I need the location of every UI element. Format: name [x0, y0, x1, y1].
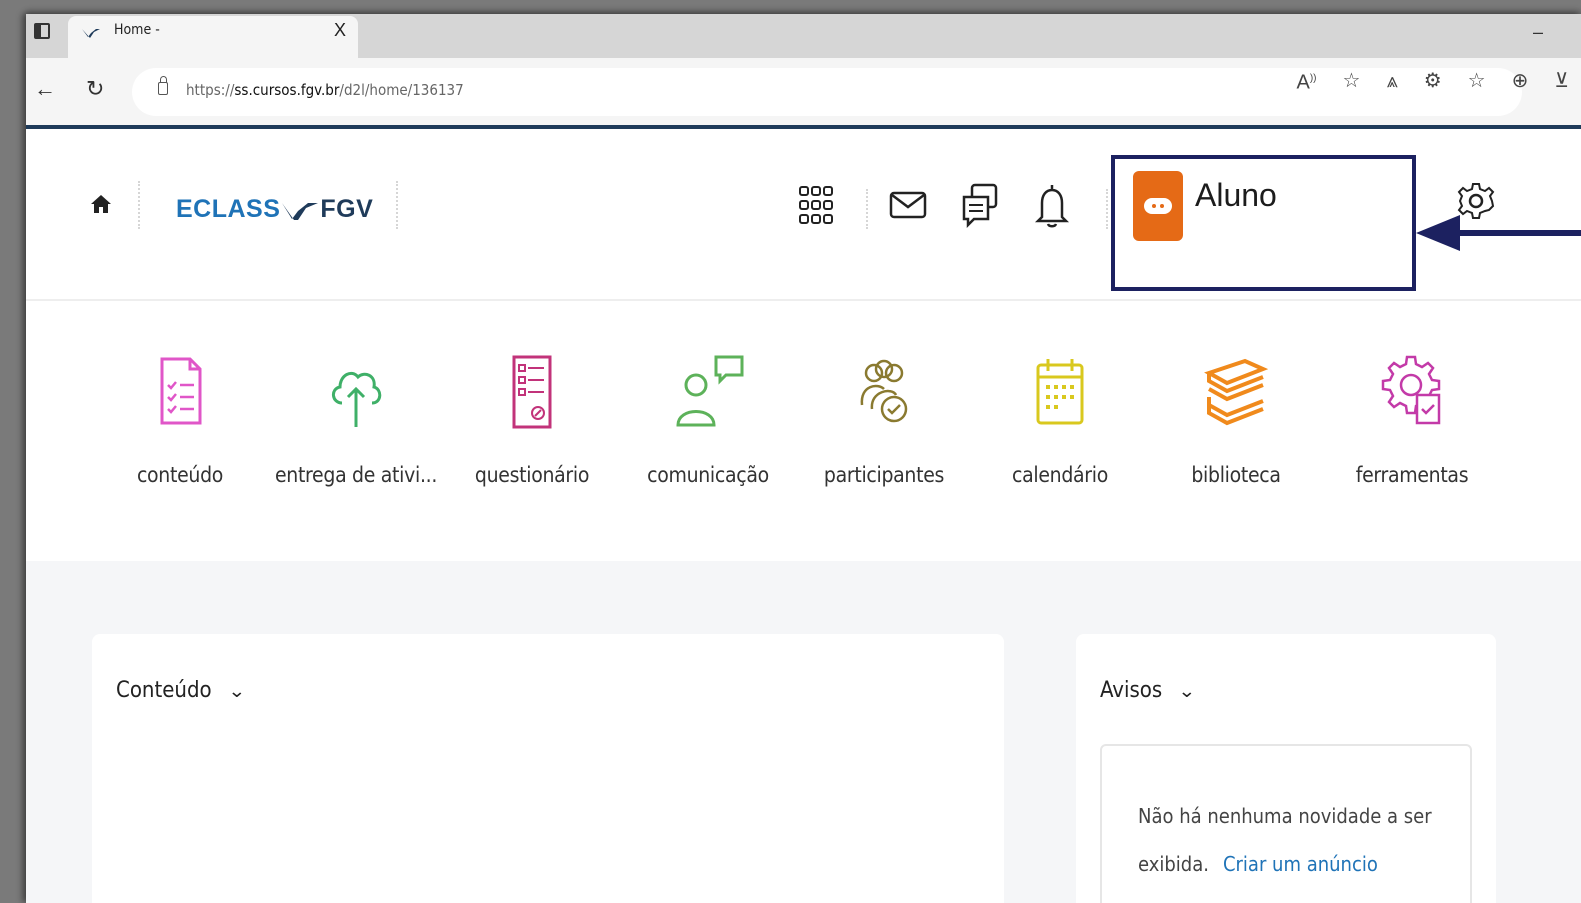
- fgv-logo-mark-icon: [282, 202, 319, 220]
- tile-label: entrega de ativi...: [274, 463, 438, 487]
- browser-tab[interactable]: Home - X: [68, 16, 358, 58]
- avatar: [1133, 171, 1183, 241]
- tile-entrega[interactable]: entrega de ativi...: [266, 351, 446, 487]
- tile-questionario[interactable]: questionário: [442, 351, 622, 487]
- reload-icon[interactable]: ↻: [86, 76, 104, 102]
- notices-widget-title[interactable]: Avisos ⌄: [1100, 678, 1196, 703]
- separator: [396, 181, 398, 229]
- brand-left: ECLASS: [176, 195, 281, 223]
- eclass-fgv-logo[interactable]: ECLASS FGV: [176, 195, 373, 224]
- tile-label: ferramentas: [1355, 463, 1469, 487]
- tile-label: questionário: [474, 463, 590, 487]
- tile-participantes[interactable]: participantes: [794, 351, 974, 487]
- tile-label: biblioteca: [1191, 463, 1281, 487]
- minimize-button[interactable]: –: [1533, 22, 1543, 43]
- chevron-down-icon[interactable]: ⌄: [228, 681, 246, 702]
- create-announcement-link[interactable]: Criar um anúncio: [1223, 852, 1378, 876]
- downloads-icon[interactable]: ⊻: [1554, 66, 1569, 96]
- tab-title: Home -: [114, 22, 160, 38]
- url-text: https://ss.cursos.fgv.br/d2l/home/136137: [186, 81, 464, 99]
- tab-close-button[interactable]: X: [334, 20, 346, 41]
- extensions-icon[interactable]: ⚙: [1424, 66, 1442, 96]
- course-navbar: conteúdo entrega de ativi... questionári…: [26, 301, 1581, 561]
- content-widget-title[interactable]: Conteúdo ⌄: [116, 678, 246, 703]
- user-role-label: Aluno: [1195, 177, 1277, 213]
- app-header: ECLASS FGV Aluno: [26, 129, 1581, 301]
- tile-calendario[interactable]: calendário: [970, 351, 1150, 487]
- notices-empty-text: Não há nenhuma novidade a ser exibida. Cr…: [1138, 792, 1438, 888]
- person-chat-icon: [676, 355, 744, 427]
- user-menu-highlight[interactable]: Aluno: [1111, 155, 1416, 291]
- performance-icon[interactable]: ⩓: [1386, 66, 1397, 96]
- separator: [138, 181, 140, 229]
- separator: [866, 189, 868, 229]
- tab-actions-icon[interactable]: [34, 23, 50, 39]
- books-stack-icon: [1204, 358, 1269, 426]
- group-people-icon: [860, 359, 908, 423]
- tab-strip: Home - X –: [26, 14, 1581, 58]
- back-arrow-icon[interactable]: ←: [34, 76, 56, 102]
- favorites-icon[interactable]: ☆: [1468, 66, 1486, 96]
- tile-biblioteca[interactable]: biblioteca: [1146, 351, 1326, 487]
- brand-right: FGV: [320, 195, 374, 223]
- notices-title-text: Avisos: [1100, 678, 1163, 703]
- address-bar: ← ↻ https://ss.cursos.fgv.br/d2l/home/13…: [26, 58, 1581, 126]
- tile-comunicacao[interactable]: comunicação: [618, 351, 798, 487]
- quiz-form-icon: [512, 355, 552, 429]
- calendar-icon: [1036, 359, 1084, 425]
- tile-ferramentas[interactable]: ferramentas: [1322, 351, 1502, 487]
- tile-conteudo[interactable]: conteúdo: [90, 351, 270, 487]
- tile-label: conteúdo: [136, 463, 224, 487]
- cloud-upload-icon: [332, 371, 382, 427]
- tile-label: comunicação: [647, 463, 769, 487]
- waffle-grid-icon[interactable]: [798, 181, 834, 229]
- gear-tools-icon: [1381, 355, 1441, 425]
- mail-icon[interactable]: [888, 181, 928, 229]
- add-favorite-icon[interactable]: ☆: [1343, 66, 1361, 96]
- browser-window: Home - X – ← ↻ https://ss.cursos.fgv.br/…: [26, 14, 1581, 903]
- bell-icon[interactable]: [1032, 181, 1072, 229]
- read-aloud-icon[interactable]: A)): [1296, 64, 1316, 98]
- toolbar-icons: A)) ☆ ⩓ ⚙ ☆ ⊕ ⊻: [1296, 66, 1569, 96]
- chevron-down-icon[interactable]: ⌄: [1178, 681, 1196, 702]
- notices-empty-box: Não há nenhuma novidade a ser exibida. Cr…: [1100, 744, 1472, 903]
- annotation-arrow-icon: [1416, 215, 1581, 251]
- fgv-favicon-icon: [82, 29, 100, 38]
- tile-label: participantes: [823, 463, 945, 487]
- content-widget: Conteúdo ⌄: [92, 634, 1004, 903]
- tile-label: calendário: [1012, 463, 1108, 487]
- discussion-icon[interactable]: [960, 181, 1000, 229]
- lock-icon[interactable]: [158, 76, 168, 95]
- separator: [1106, 189, 1108, 229]
- home-icon[interactable]: [90, 193, 112, 215]
- content-title-text: Conteúdo: [116, 678, 212, 703]
- checklist-document-icon: [160, 357, 202, 425]
- collections-icon[interactable]: ⊕: [1512, 66, 1529, 96]
